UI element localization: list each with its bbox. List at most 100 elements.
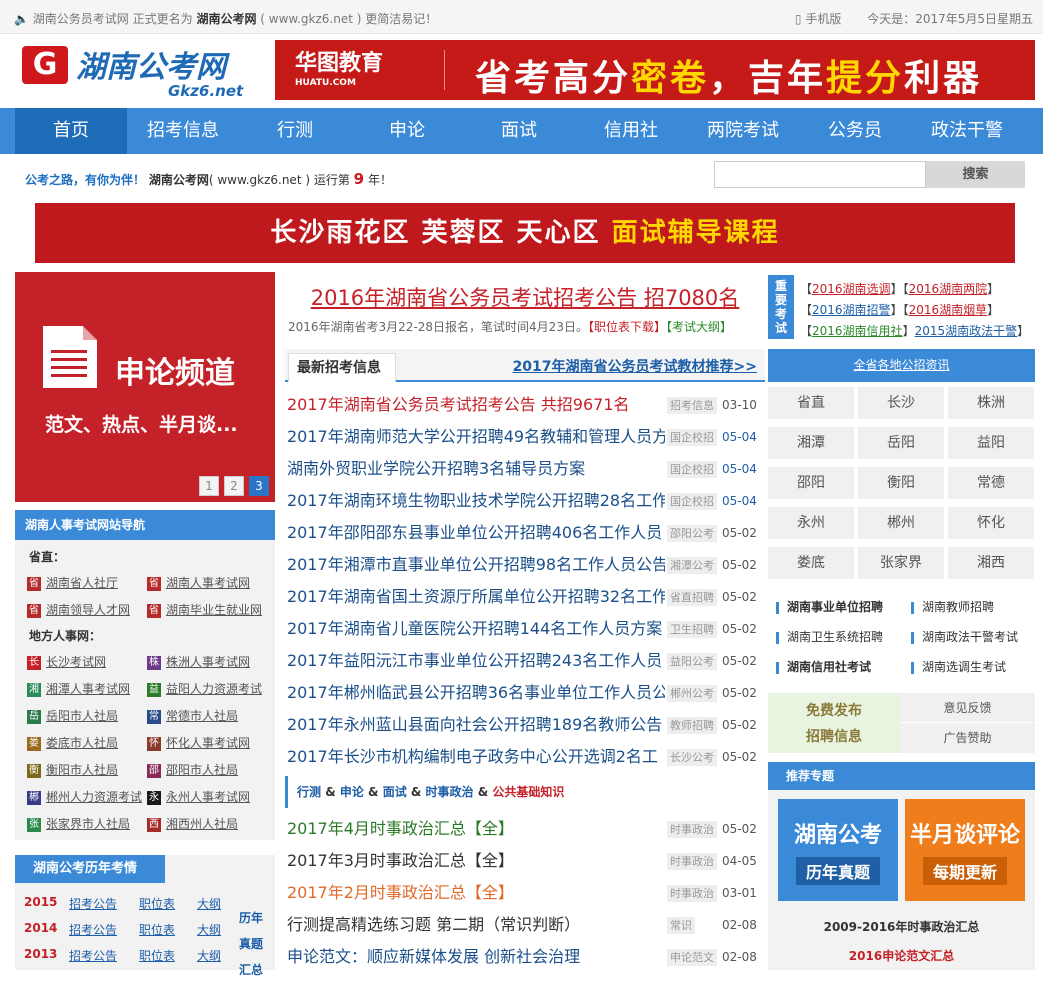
region-item[interactable]: 娄底 (768, 547, 854, 579)
hr-site-link[interactable]: 省湖南毕业生就业网 (147, 601, 262, 618)
nav-two-courts[interactable]: 两院考试 (687, 108, 799, 154)
hr-site-link[interactable]: 永永州人事考试网 (147, 788, 250, 805)
region-item[interactable]: 怀化 (948, 507, 1034, 539)
regions-title[interactable]: 全省各地公招资讯 (768, 349, 1035, 382)
search-button[interactable]: 搜索 (926, 161, 1025, 188)
item-category[interactable]: 卫生招聘 (667, 621, 717, 638)
quick-link[interactable]: 湖南卫生系统招聘 (776, 628, 883, 645)
pager-1[interactable]: 1 (199, 476, 219, 496)
item-title[interactable]: 湖南外贸职业学院公开招聘3名辅导员方案 (287, 453, 665, 485)
nav-civil-servant[interactable]: 公务员 (799, 108, 911, 154)
item-title[interactable]: 2017年湖南省儿童医院公开招聘144名工作人员方案 (287, 613, 665, 645)
item-category[interactable]: 国企校招 (667, 461, 717, 478)
hr-site-link[interactable]: 省湖南领导人才网 (27, 601, 130, 618)
important-exam-link[interactable]: 2016湖南选调 (812, 282, 891, 296)
commentary-card[interactable]: 半月谈评论 每期更新 (905, 799, 1025, 901)
interview-banner[interactable]: 长沙雨花区 芙蓉区 天心区 面试辅导课程 (35, 203, 1015, 263)
textbook-link[interactable]: 2017年湖南省公务员考试教材推荐>> (513, 356, 757, 376)
item-category[interactable]: 益阳公考 (667, 653, 717, 670)
item-title[interactable]: 2017年邵阳邵东县事业单位公开招聘406名工作人员 (287, 517, 665, 549)
syllabus-link[interactable]: 【考试大纲】 (666, 320, 732, 334)
item-title[interactable]: 2017年2月时事政治汇总【全】 (287, 877, 665, 909)
item-title[interactable]: 2017年益阳沅江市事业单位公开招聘243名工作人员 (287, 645, 665, 677)
item-title[interactable]: 2017年3月时事政治汇总【全】 (287, 845, 665, 877)
past-papers-card[interactable]: 湖南公考 历年真题 (778, 799, 898, 901)
item-category[interactable]: 时事政治 (667, 821, 717, 838)
item-category[interactable]: 时事政治 (667, 885, 717, 902)
feedback-button[interactable]: 意见反馈 (900, 693, 1035, 723)
position-table-link[interactable]: 【职位表下载】 (588, 320, 666, 334)
region-item[interactable]: 邵阳 (768, 467, 854, 499)
hr-site-link[interactable]: 湘湘潭人事考试网 (27, 680, 130, 697)
important-exam-link[interactable]: 2016湖南信用社 (812, 324, 903, 338)
item-title[interactable]: 2017年湖南省国土资源厅所属单位公开招聘32名工作 (287, 581, 665, 613)
search-input[interactable] (714, 161, 926, 188)
item-category[interactable]: 国企校招 (667, 429, 717, 446)
politics-summary-link[interactable]: 2009-2016年时事政治汇总 (768, 918, 1035, 935)
item-title[interactable]: 申论范文：顺应新媒体发展 创新社会治理 (287, 941, 665, 973)
item-category[interactable]: 教师招聘 (667, 717, 717, 734)
hr-site-link[interactable]: 岳岳阳市人社局 (27, 707, 118, 724)
item-title[interactable]: 2017年长沙市机构编制电子政务中心公开选调2名工 (287, 741, 665, 773)
nav-interview[interactable]: 面试 (463, 108, 575, 154)
shenlun-promo[interactable]: 申论频道 范文、热点、半月谈... 1 2 3 (15, 272, 275, 502)
quick-link[interactable]: 湖南政法干警考试 (911, 628, 1018, 645)
hr-site-link[interactable]: 省湖南省人社厅 (27, 574, 118, 591)
item-category[interactable]: 招考信息 (667, 397, 717, 414)
quick-link[interactable]: 湖南信用社考试 (776, 658, 871, 675)
region-item[interactable]: 张家界 (858, 547, 944, 579)
nav-home[interactable]: 首页 (15, 108, 127, 154)
hr-site-link[interactable]: 常常德市人社局 (147, 707, 238, 724)
item-title[interactable]: 2017年湖南师范大学公开招聘49名教辅和管理人员方 (287, 421, 665, 453)
huatu-banner[interactable]: 华图教育 HUATU.COM 省考高分密卷，吉年提分利器 (275, 40, 1035, 100)
quick-link[interactable]: 湖南教师招聘 (911, 598, 994, 615)
important-exam-link[interactable]: 2015湖南政法干警 (915, 324, 1018, 338)
quick-link[interactable]: 湖南选调生考试 (911, 658, 1006, 675)
item-category[interactable]: 长沙公考 (667, 749, 717, 766)
hr-site-link[interactable]: 西湘西州人社局 (147, 815, 238, 832)
mobile-link[interactable]: ▯ 手机版 (795, 12, 841, 26)
site-logo[interactable]: G 湖南公考网 Gkz6.net (22, 42, 252, 104)
important-exam-link[interactable]: 2016湖南两院 (909, 282, 988, 296)
item-category[interactable]: 省直招聘 (667, 589, 717, 606)
item-category[interactable]: 常识 (667, 917, 695, 934)
region-item[interactable]: 长沙 (858, 387, 944, 419)
item-title[interactable]: 2017年湖南环境生物职业技术学院公开招聘28名工作 (287, 485, 665, 517)
item-title[interactable]: 2017年永州蓝山县面向社会公开招聘189名教师公告 (287, 709, 665, 741)
essay-summary-link[interactable]: 2016申论范文汇总 (768, 947, 1035, 964)
hr-site-link[interactable]: 衡衡阳市人社局 (27, 761, 118, 778)
hr-site-link[interactable]: 张张家界市人社局 (27, 815, 130, 832)
region-item[interactable]: 常德 (948, 467, 1034, 499)
hr-site-link[interactable]: 长长沙考试网 (27, 653, 106, 670)
item-title[interactable]: 行测提高精选练习题 第二期（常识判断） (287, 909, 665, 941)
region-item[interactable]: 岳阳 (858, 427, 944, 459)
free-post-button[interactable]: 免费发布 招聘信息 (768, 693, 900, 753)
item-category[interactable]: 国企校招 (667, 493, 717, 510)
region-item[interactable]: 湘西 (948, 547, 1034, 579)
hr-site-link[interactable]: 省湖南人事考试网 (147, 574, 250, 591)
item-title[interactable]: 2017年4月时事政治汇总【全】 (287, 813, 665, 845)
region-item[interactable]: 省直 (768, 387, 854, 419)
hr-site-link[interactable]: 株株洲人事考试网 (147, 653, 250, 670)
region-item[interactable]: 益阳 (948, 427, 1034, 459)
item-title[interactable]: 2017年郴州临武县公开招聘36名事业单位工作人员公 (287, 677, 665, 709)
item-category[interactable]: 申论范文 (667, 949, 717, 966)
nav-recruit[interactable]: 招考信息 (127, 108, 239, 154)
ads-button[interactable]: 广告赞助 (900, 723, 1035, 753)
tab-latest[interactable]: 最新招考信息 (288, 353, 396, 382)
nav-police[interactable]: 政法干警 (911, 108, 1023, 154)
hr-site-link[interactable]: 娄娄底市人社局 (27, 734, 118, 751)
item-category[interactable]: 郴州公考 (667, 685, 717, 702)
item-category[interactable]: 邵阳公考 (667, 525, 717, 542)
region-item[interactable]: 湘潭 (768, 427, 854, 459)
history-side-link[interactable]: 历年 真题 汇总 (239, 905, 269, 983)
region-item[interactable]: 衡阳 (858, 467, 944, 499)
item-title[interactable]: 2017年湖南省公务员考试招考公告 共招9671名 (287, 389, 665, 421)
item-category[interactable]: 湘潭公考 (667, 557, 717, 574)
nav-shenlun[interactable]: 申论 (351, 108, 463, 154)
nav-credit-union[interactable]: 信用社 (575, 108, 687, 154)
pager-2[interactable]: 2 (224, 476, 244, 496)
pager-3[interactable]: 3 (249, 476, 269, 496)
nav-xingce[interactable]: 行测 (239, 108, 351, 154)
quick-link[interactable]: 湖南事业单位招聘 (776, 598, 883, 615)
